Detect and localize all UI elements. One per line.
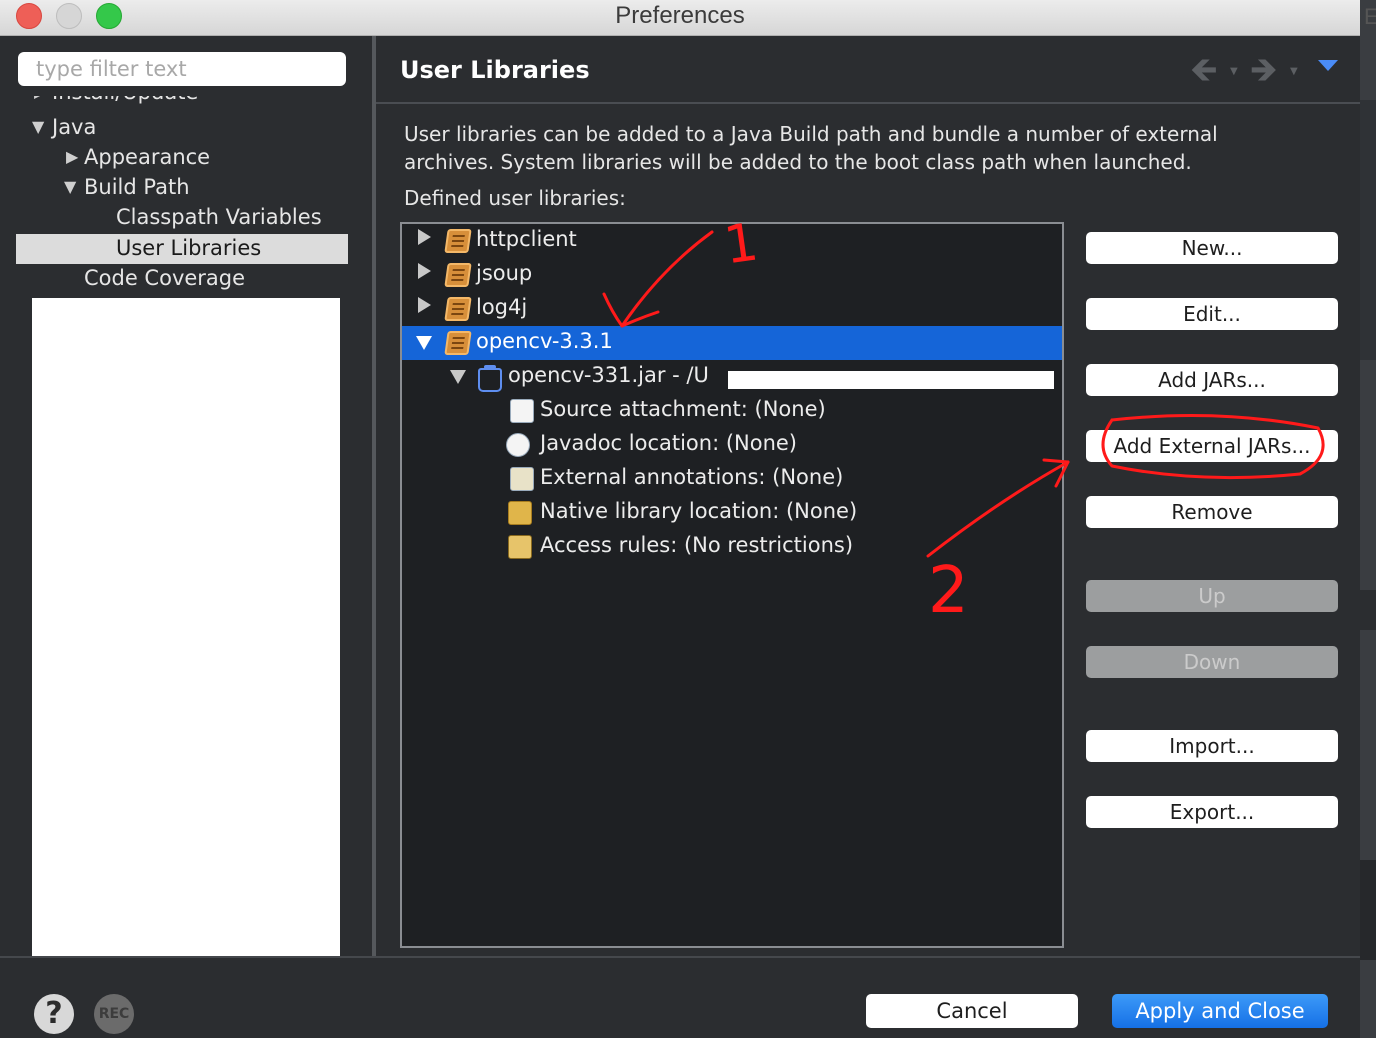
preferences-navigation-panel: ▶ Install/Update ▼ Java ▶ Appearance ▼ B… <box>0 36 372 964</box>
tree-row-opencv-jar[interactable]: opencv-331.jar - /U <box>402 360 1062 394</box>
tree-row-httpclient[interactable]: httpclient <box>402 224 1062 258</box>
library-book-icon <box>444 263 472 287</box>
tree-row-label: log4j <box>476 295 528 319</box>
jar-icon <box>478 365 502 392</box>
pref-tree-item-appearance[interactable]: ▶ Appearance <box>16 143 348 173</box>
background-window-glyph: E <box>1364 4 1376 29</box>
tree-row-javadoc[interactable]: Javadoc location: (None) <box>402 428 1062 462</box>
pref-tree-item-label: User Libraries <box>116 236 262 260</box>
collapse-arrow-icon[interactable]: ▼ <box>64 173 76 201</box>
pref-tree-item-install-update[interactable]: ▶ Install/Update <box>16 96 348 108</box>
tree-row-label: jsoup <box>476 261 533 285</box>
pref-tree-item-label: Code Coverage <box>84 266 246 290</box>
add-external-jars-button[interactable]: Add External JARs... <box>1086 430 1338 462</box>
tree-row-label: Native library location: (None) <box>540 499 858 523</box>
tree-empty-area <box>32 298 340 964</box>
tree-row-native-library[interactable]: Native library location: (None) <box>402 496 1062 530</box>
dialog-footer: ? REC Cancel Apply and Close <box>0 956 1360 1038</box>
external-annotations-icon <box>510 467 534 491</box>
defined-libraries-label: Defined user libraries: <box>404 186 626 210</box>
expand-arrow-icon[interactable]: ▶ <box>66 143 78 171</box>
export-button[interactable]: Export... <box>1086 796 1338 828</box>
tree-row-log4j[interactable]: log4j <box>402 292 1062 326</box>
library-book-icon <box>444 229 472 253</box>
tree-row-label: httpclient <box>476 227 577 251</box>
access-rules-icon <box>508 535 532 559</box>
title-bar: Preferences <box>0 0 1360 36</box>
down-button[interactable]: Down <box>1086 646 1338 678</box>
page-description: User libraries can be added to a Java Bu… <box>404 122 1218 174</box>
background-window-edge <box>1360 0 1376 1038</box>
tree-row-jsoup[interactable]: jsoup <box>402 258 1062 292</box>
tree-row-external-annotations[interactable]: External annotations: (None) <box>402 462 1062 496</box>
user-libraries-page: User Libraries 🡸 ▼ 🡺 ▼ User libraries ca… <box>376 36 1360 956</box>
pref-tree-item-build-path[interactable]: ▼ Build Path <box>16 173 348 203</box>
expand-arrow-icon[interactable] <box>418 229 431 245</box>
pref-tree-item-label: Install/Update <box>52 96 198 106</box>
pref-tree-item-label: Classpath Variables <box>116 205 322 229</box>
cancel-button[interactable]: Cancel <box>866 994 1078 1028</box>
help-icon[interactable]: ? <box>34 994 74 1034</box>
collapse-arrow-icon[interactable] <box>416 336 432 350</box>
edit-button[interactable]: Edit... <box>1086 298 1338 330</box>
library-book-icon <box>444 297 472 321</box>
back-history-caret-icon[interactable]: ▼ <box>1230 66 1238 77</box>
tree-row-label: opencv-3.3.1 <box>476 329 613 353</box>
pref-tree-item-classpath-variables[interactable]: Classpath Variables <box>16 203 348 233</box>
tree-row-source-attachment[interactable]: Source attachment: (None) <box>402 394 1062 428</box>
tree-row-label: Javadoc location: (None) <box>540 431 798 455</box>
window-title: Preferences <box>615 2 745 29</box>
expand-arrow-icon[interactable] <box>418 263 431 279</box>
import-button[interactable]: Import... <box>1086 730 1338 762</box>
pref-tree-item-code-coverage[interactable]: Code Coverage <box>16 264 348 294</box>
native-library-icon <box>508 501 532 525</box>
up-button[interactable]: Up <box>1086 580 1338 612</box>
tree-row-label: External annotations: (None) <box>540 465 844 489</box>
filter-input[interactable] <box>18 52 346 86</box>
new-button[interactable]: New... <box>1086 232 1338 264</box>
library-book-icon <box>444 331 472 355</box>
source-attachment-icon <box>510 399 534 423</box>
apply-and-close-button[interactable]: Apply and Close <box>1112 994 1328 1028</box>
collapse-arrow-icon[interactable] <box>450 370 466 384</box>
collapse-arrow-icon[interactable]: ▼ <box>32 113 44 141</box>
expand-arrow-icon[interactable]: ▶ <box>34 96 46 106</box>
view-menu-dropdown-icon[interactable] <box>1318 60 1338 71</box>
tree-row-access-rules[interactable]: Access rules: (No restrictions) <box>402 530 1062 564</box>
pref-tree-item-label: Appearance <box>84 145 211 169</box>
remove-button[interactable]: Remove <box>1086 496 1338 528</box>
user-libraries-tree[interactable]: httpclient jsoup log4j opencv-3.3.1 open… <box>400 222 1064 948</box>
tree-row-label: Access rules: (No restrictions) <box>540 533 854 557</box>
add-jars-button[interactable]: Add JARs... <box>1086 364 1338 396</box>
preferences-tree: ▶ Install/Update ▼ Java ▶ Appearance ▼ B… <box>16 96 348 296</box>
tree-row-opencv[interactable]: opencv-3.3.1 <box>402 326 1062 360</box>
pref-tree-item-label: Java <box>52 115 97 139</box>
pref-tree-item-label: Build Path <box>84 175 190 199</box>
forward-history-caret-icon[interactable]: ▼ <box>1290 66 1298 77</box>
pref-tree-item-java[interactable]: ▼ Java <box>16 113 348 143</box>
page-header: User Libraries 🡸 ▼ 🡺 ▼ <box>376 36 1360 104</box>
javadoc-icon <box>506 433 530 457</box>
expand-arrow-icon[interactable] <box>418 297 431 313</box>
page-title: User Libraries <box>400 56 590 84</box>
back-arrow-icon[interactable]: 🡸 <box>1190 50 1218 90</box>
tree-row-label: opencv-331.jar - /U <box>508 363 709 387</box>
tree-row-label: Source attachment: (None) <box>540 397 826 421</box>
forward-arrow-icon[interactable]: 🡺 <box>1250 50 1278 90</box>
record-icon[interactable]: REC <box>94 994 134 1034</box>
pref-tree-item-user-libraries[interactable]: User Libraries <box>16 234 348 264</box>
redacted-path <box>728 371 1054 389</box>
